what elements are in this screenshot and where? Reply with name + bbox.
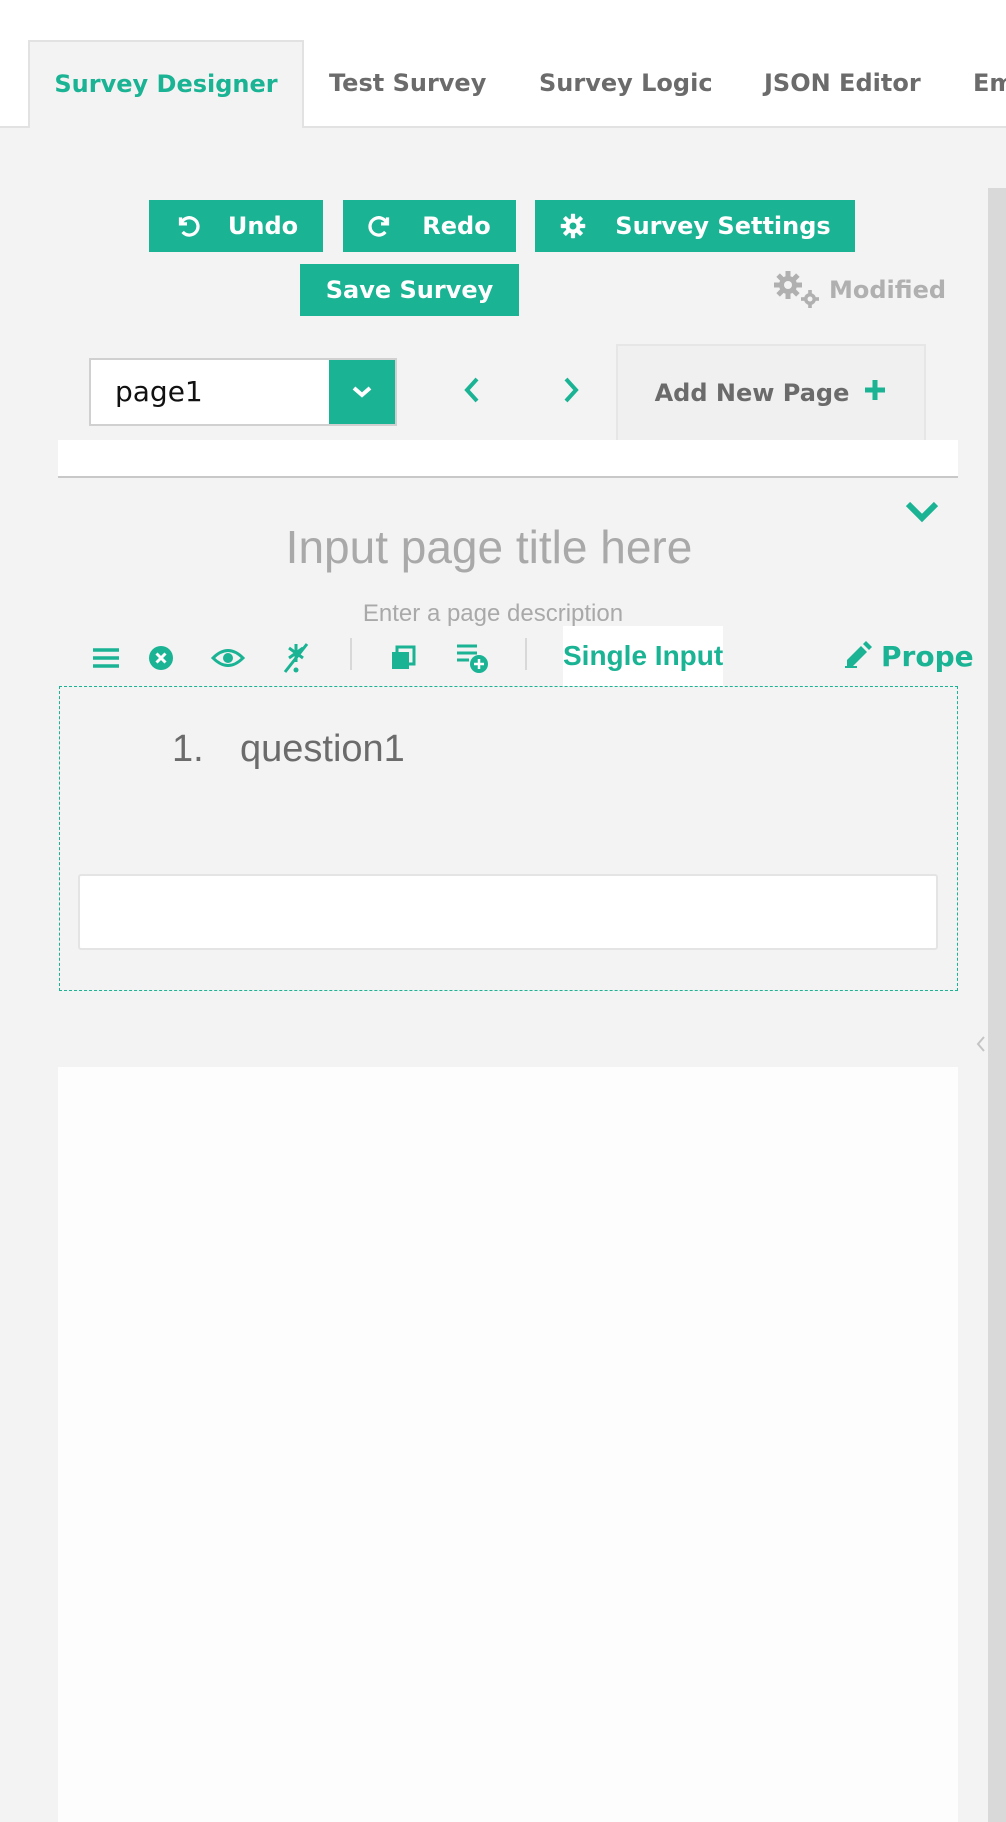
chevron-down-icon[interactable] — [329, 360, 395, 424]
question-number: 1. — [172, 728, 204, 770]
page-title-input[interactable]: Input page title here — [58, 520, 920, 574]
expand-side-panel-button[interactable] — [974, 1034, 988, 1058]
tab-bar: Survey Designer Test Survey Survey Logic… — [0, 0, 1006, 128]
redo-icon — [368, 213, 394, 239]
gears-icon — [773, 270, 823, 310]
copy-question-button[interactable] — [383, 640, 423, 680]
undo-icon — [174, 213, 200, 239]
required-icon — [281, 642, 311, 678]
add-new-page-label: Add New Page — [654, 379, 850, 407]
page-drop-area — [58, 1067, 958, 1822]
pencil-icon — [843, 638, 873, 675]
gear-icon — [559, 212, 587, 240]
drag-handle-button[interactable] — [86, 640, 126, 680]
side-panel-scrollbar[interactable] — [988, 188, 1006, 1822]
prev-page-button[interactable] — [452, 366, 492, 418]
page-header-strip — [58, 440, 958, 478]
page-description-input[interactable]: Enter a page description — [58, 600, 928, 628]
save-status: Modified — [773, 266, 946, 314]
add-to-toolbox-icon — [455, 642, 489, 678]
copy-icon — [390, 645, 416, 675]
survey-settings-button[interactable]: Survey Settings — [535, 200, 855, 252]
visibility-button[interactable] — [208, 640, 248, 680]
page-select-value: page1 — [115, 375, 203, 408]
save-survey-label: Save Survey — [325, 276, 494, 304]
chevron-left-icon — [976, 1035, 986, 1057]
chevron-right-icon — [562, 376, 580, 408]
save-status-label: Modified — [829, 276, 947, 304]
properties-button[interactable]: Prope — [843, 636, 974, 676]
redo-label: Redo — [422, 212, 491, 240]
question-title[interactable]: question1 — [240, 728, 405, 771]
toolbar-separator — [350, 638, 352, 670]
question-text-input[interactable] — [78, 874, 938, 950]
tab-embed[interactable]: Em — [973, 40, 1006, 126]
save-survey-button[interactable]: Save Survey — [300, 264, 519, 316]
next-page-button[interactable] — [551, 366, 591, 418]
delete-icon — [148, 645, 174, 675]
undo-button[interactable]: Undo — [149, 200, 323, 252]
chevron-left-icon — [463, 376, 481, 408]
delete-question-button[interactable] — [141, 640, 181, 680]
add-to-toolbox-button[interactable] — [452, 640, 492, 680]
toolbar-separator — [525, 638, 527, 670]
page-select[interactable]: page1 — [89, 358, 397, 426]
question-type-button[interactable]: Single Input — [563, 626, 723, 686]
drag-handle-icon — [91, 646, 121, 674]
tab-test-survey[interactable]: Test Survey — [329, 40, 486, 126]
tab-survey-logic[interactable]: Survey Logic — [539, 40, 713, 126]
tab-json-editor[interactable]: JSON Editor — [764, 40, 921, 126]
eye-icon — [210, 647, 246, 673]
required-toggle-button[interactable] — [276, 640, 316, 680]
plus-icon — [863, 378, 887, 408]
tab-survey-designer[interactable]: Survey Designer — [28, 40, 304, 128]
add-new-page-button[interactable]: Add New Page — [616, 344, 926, 440]
undo-label: Undo — [227, 212, 299, 240]
redo-button[interactable]: Redo — [343, 200, 516, 252]
survey-settings-label: Survey Settings — [615, 212, 831, 240]
properties-label: Prope — [881, 639, 974, 673]
